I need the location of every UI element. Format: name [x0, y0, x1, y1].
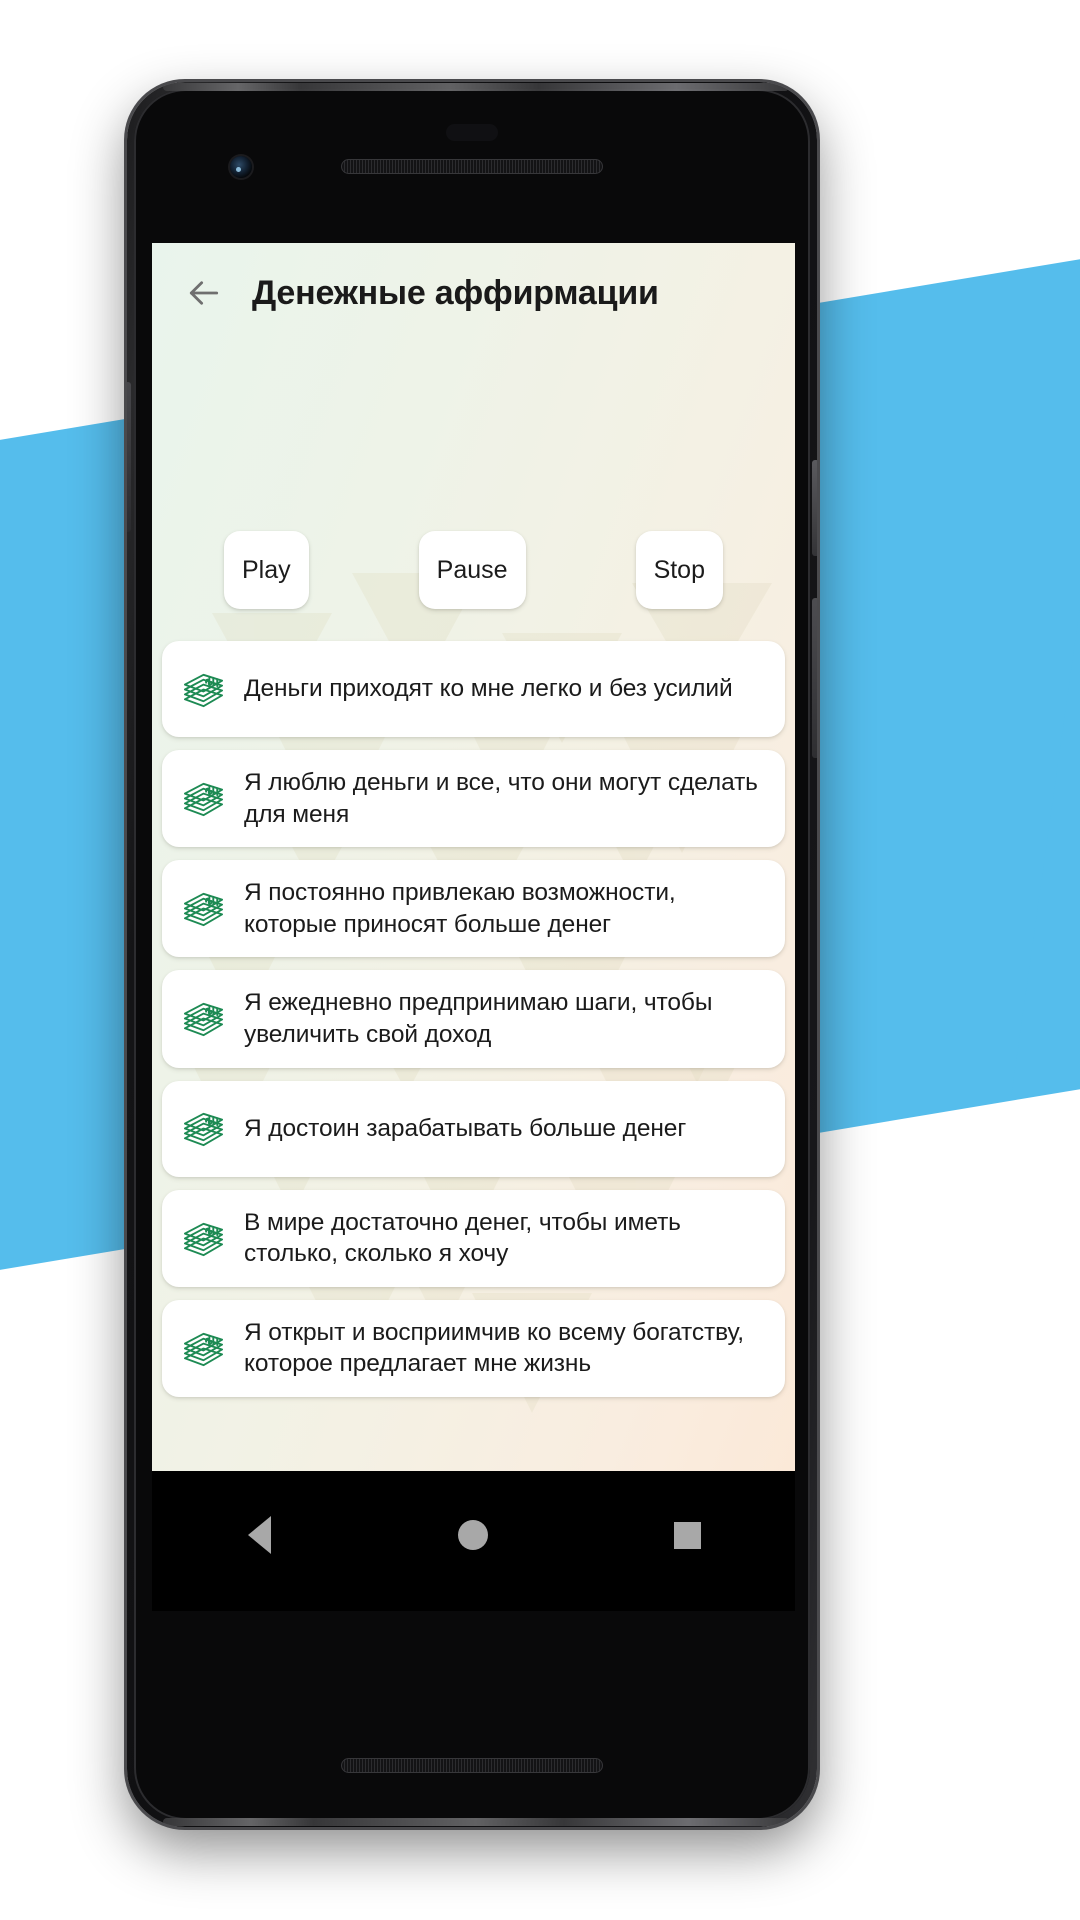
phone-device-frame: Денежные аффирмации Play Pause Stop День… [127, 82, 817, 1827]
nav-home-button[interactable] [425, 1487, 521, 1583]
phone-screen: Денежные аффирмации Play Pause Stop День… [152, 243, 795, 1471]
affirmation-text: Я открыт и восприимчив ко всему богатств… [244, 1318, 744, 1378]
bottom-speaker-grille [341, 1758, 603, 1773]
arrow-left-icon [189, 281, 219, 305]
stop-button[interactable]: Stop [635, 531, 723, 609]
front-camera-icon [230, 156, 252, 178]
app-content-root: Денежные аффирмации Play Pause Stop День… [152, 243, 795, 1471]
volume-button[interactable] [812, 598, 817, 758]
playback-controls: Play Pause Stop [152, 531, 795, 609]
affirmation-text: Я постоянно привлекаю возможности, котор… [244, 879, 676, 938]
money-stack-icon [178, 994, 228, 1044]
proximity-sensor-slot [446, 124, 498, 141]
money-stack-icon [178, 1213, 228, 1263]
money-stack-icon [178, 1104, 228, 1154]
app-bar: Денежные аффирмации [152, 243, 795, 343]
affirmation-text: В мире достаточно денег, чтобы иметь сто… [244, 1208, 681, 1268]
list-item[interactable]: Я открыт и восприимчив ко всему богатств… [162, 1299, 785, 1397]
list-item[interactable]: В мире достаточно денег, чтобы иметь сто… [162, 1189, 785, 1287]
page-title: Денежные аффирмации [252, 273, 659, 312]
money-stack-icon [178, 1323, 228, 1373]
affirmation-text: Я достоин зарабатывать больше денег [244, 1114, 687, 1142]
pause-button[interactable]: Pause [418, 531, 526, 609]
list-item[interactable]: Я люблю деньги и все, что они могут сдел… [162, 750, 785, 848]
money-stack-icon [178, 884, 228, 934]
nav-recents-button[interactable] [640, 1487, 736, 1583]
screen-bottom-fill [152, 1599, 795, 1611]
list-item[interactable]: Деньги приходят ко мне легко и без усили… [162, 641, 785, 737]
list-item[interactable]: Я ежедневно предпринимаю шаги, чтобы уве… [162, 970, 785, 1068]
power-button[interactable] [812, 460, 817, 556]
affirmation-list: Деньги приходят ко мне легко и без усили… [152, 641, 795, 1411]
phone-bottom-antenna-strip [163, 1818, 789, 1826]
back-button[interactable] [178, 267, 230, 319]
affirmation-text: Я ежедневно предпринимаю шаги, чтобы уве… [244, 989, 713, 1048]
affirmation-text: Я люблю деньги и все, что они могут сдел… [244, 769, 758, 828]
money-stack-icon [178, 774, 228, 824]
nav-home-circle-icon [458, 1520, 489, 1550]
money-stack-icon [178, 664, 228, 714]
nav-back-button[interactable] [211, 1487, 307, 1583]
play-button[interactable]: Play [224, 531, 309, 609]
earpiece-speaker-grille [341, 159, 603, 174]
android-navigation-bar [152, 1471, 795, 1599]
left-side-button[interactable] [127, 382, 131, 532]
list-item[interactable]: Я достоин зарабатывать больше денег [162, 1080, 785, 1177]
affirmation-text: Деньги приходят ко мне легко и без усили… [244, 675, 733, 703]
list-item[interactable]: Я постоянно привлекаю возможности, котор… [162, 860, 785, 958]
nav-back-triangle-icon [247, 1516, 271, 1554]
nav-recents-square-icon [674, 1521, 702, 1549]
phone-top-antenna-strip [163, 83, 789, 91]
